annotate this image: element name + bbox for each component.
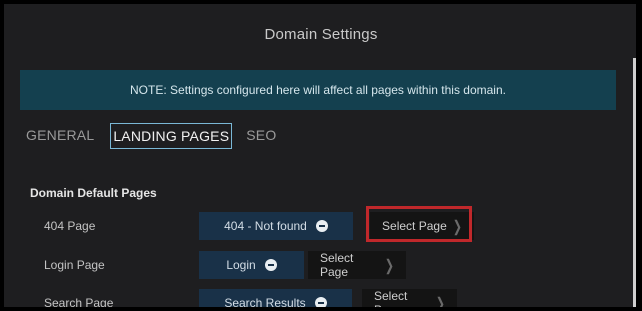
select-page-button-login[interactable]: Select Page ❯ xyxy=(308,251,406,279)
selected-page-search: Search Results xyxy=(199,289,352,307)
minus-circle-icon[interactable] xyxy=(315,220,328,232)
minus-circle-icon[interactable] xyxy=(264,259,277,271)
section-heading: Domain Default Pages xyxy=(30,186,157,200)
selected-page-404: 404 - Not found xyxy=(199,212,353,240)
row-label-search: Search Page xyxy=(44,296,114,307)
tab-general[interactable]: GENERAL xyxy=(26,123,94,149)
tab-bar: GENERAL LANDING PAGES SEO xyxy=(26,123,276,149)
scrollbar[interactable] xyxy=(633,58,636,307)
select-page-label: Select Page xyxy=(320,251,354,279)
row-label-404: 404 Page xyxy=(44,219,96,233)
select-page-label: Select Page xyxy=(374,289,408,307)
minus-circle-icon[interactable] xyxy=(314,297,327,307)
tab-landing-pages[interactable]: LANDING PAGES xyxy=(110,123,233,149)
selected-page-label: Login xyxy=(226,258,256,272)
selected-page-login: Login xyxy=(199,251,304,279)
selected-page-label: 404 - Not found xyxy=(224,219,307,233)
tab-seo[interactable]: SEO xyxy=(246,123,276,149)
row-label-login: Login Page xyxy=(44,258,105,272)
chevron-right-icon: ❯ xyxy=(384,257,394,275)
domain-settings-modal: Domain Settings NOTE: Settings configure… xyxy=(4,4,636,307)
select-page-button-search[interactable]: Select Page ❯ xyxy=(362,289,457,307)
notice-banner: NOTE: Settings configured here will affe… xyxy=(20,70,616,110)
highlight-box xyxy=(366,206,472,242)
modal-title: Domain Settings xyxy=(264,26,378,43)
selected-page-label: Search Results xyxy=(224,296,306,307)
chevron-right-icon: ❯ xyxy=(435,295,445,307)
